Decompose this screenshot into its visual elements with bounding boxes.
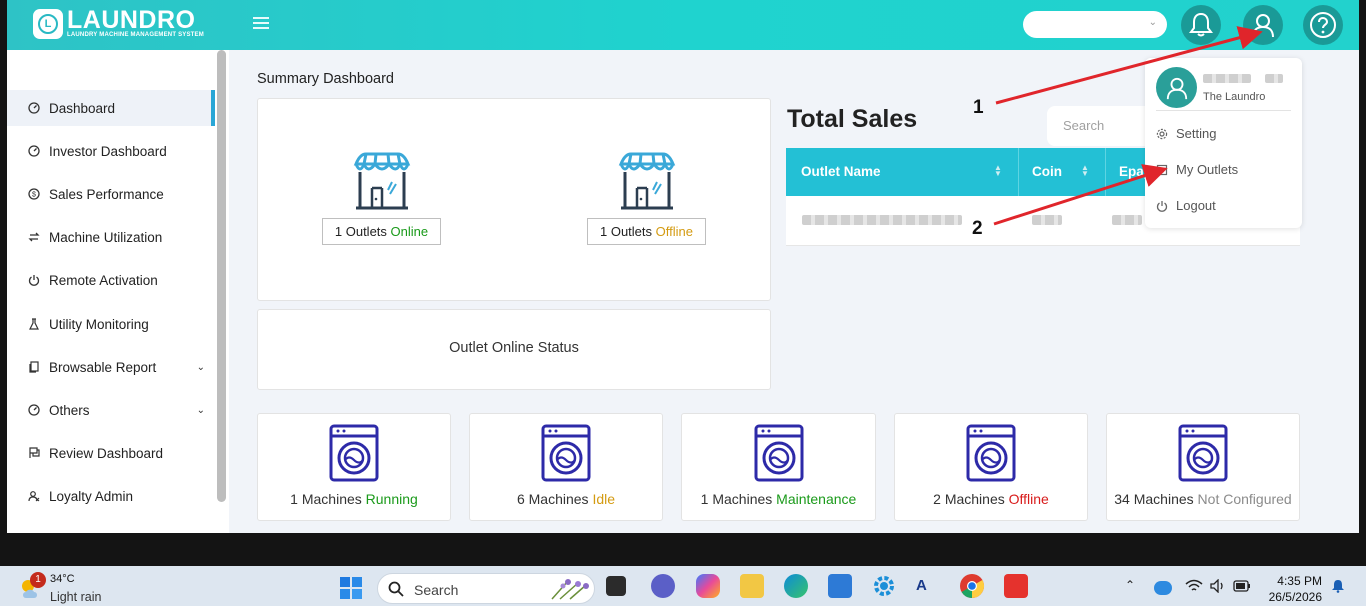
battery-icon[interactable] bbox=[1233, 580, 1251, 592]
task-view-icon[interactable] bbox=[606, 576, 626, 596]
search-icon bbox=[388, 581, 404, 597]
weather-temp: 34°C bbox=[50, 573, 75, 585]
taskbar-clock[interactable]: 4:35 PM 26/5/2026 bbox=[1268, 573, 1322, 605]
chrome-icon[interactable] bbox=[959, 573, 985, 599]
lavender-decoration-icon bbox=[551, 579, 589, 600]
volume-icon[interactable] bbox=[1210, 579, 1226, 593]
annotation-arrow-1 bbox=[995, 26, 1263, 105]
wps-office-icon[interactable] bbox=[1004, 574, 1028, 598]
screen: L LAUNDRO LAUNDRY MACHINE MANAGEMENT SYS… bbox=[0, 0, 1366, 606]
annotation-arrows bbox=[993, 26, 1263, 226]
clock-time: 4:35 PM bbox=[1277, 574, 1322, 588]
teams-icon[interactable] bbox=[651, 574, 675, 598]
file-explorer-icon[interactable] bbox=[740, 574, 764, 598]
annotation-arrow-2 bbox=[993, 164, 1168, 226]
settings-gear-icon[interactable] bbox=[872, 574, 896, 598]
app-a-icon[interactable]: A bbox=[916, 574, 940, 598]
weather-desc: Light rain bbox=[50, 590, 102, 604]
copilot-icon[interactable] bbox=[696, 574, 720, 598]
edge-icon[interactable] bbox=[784, 574, 808, 598]
weather-badge: 1 bbox=[30, 572, 46, 588]
onedrive-icon[interactable] bbox=[1154, 581, 1172, 595]
chevron-up-icon[interactable]: ⌃ bbox=[1125, 578, 1135, 592]
clock-date: 26/5/2026 bbox=[1268, 590, 1322, 604]
browser-content: L LAUNDRO LAUNDRY MACHINE MANAGEMENT SYS… bbox=[7, 0, 1359, 533]
windows-start-icon[interactable] bbox=[339, 576, 363, 600]
notification-bell-icon[interactable] bbox=[1331, 579, 1345, 593]
taskbar: 1 34°C Light rain Search A ⌃ 4:35 PM 26/… bbox=[0, 566, 1366, 606]
taskbar-search[interactable]: Search bbox=[377, 573, 595, 604]
wifi-icon[interactable] bbox=[1185, 579, 1203, 593]
taskbar-search-label: Search bbox=[414, 582, 459, 598]
store-app-icon[interactable] bbox=[828, 574, 852, 598]
